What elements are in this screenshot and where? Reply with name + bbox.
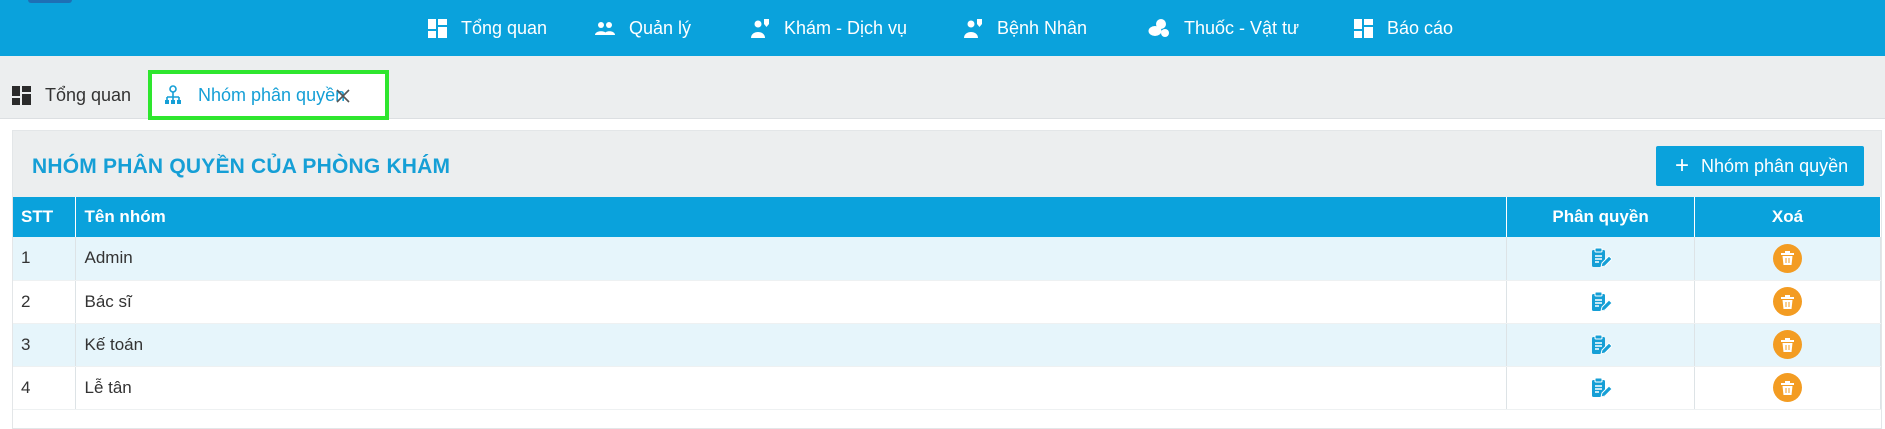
table-row: 2 Bác sĩ [13,280,1881,324]
nav-item-management[interactable]: Quản lý [595,0,691,56]
trash-icon [1781,294,1794,309]
people-icon [595,22,615,35]
header-delete: Xoá [1694,197,1881,237]
cell-stt: 1 [13,237,77,281]
cell-name: Lễ tân [75,366,1508,410]
tab-label: Nhóm phân quyền [198,84,346,105]
trash-icon [1781,380,1794,395]
logo [28,0,72,3]
nav-item-label: Quản lý [629,17,692,38]
delete-button[interactable] [1773,373,1802,402]
pills-icon [1148,19,1169,37]
cell-delete [1694,366,1881,410]
nav-item-overview[interactable]: Tổng quan [428,0,547,56]
cell-permission [1506,323,1696,367]
tab-overview[interactable]: Tổng quan [0,72,140,118]
table-row: 1 Admin [13,237,1881,281]
cell-permission [1506,280,1696,324]
cell-name: Kế toán [75,323,1508,367]
top-navbar: Tổng quan Quản lý Khám - Dịch vụ Bệnh Nh… [0,0,1885,56]
add-button-label: Nhóm phân quyền [1701,155,1849,176]
plus-icon: + [1675,152,1690,179]
dashboard-icon [1354,18,1373,38]
cell-permission [1506,366,1696,410]
cell-delete [1694,237,1881,281]
nav-item-reports[interactable]: Báo cáo [1354,0,1453,56]
nav-item-patients[interactable]: Bệnh Nhân [964,0,1087,56]
nav-item-label: Tổng quan [461,17,548,38]
edit-permission-icon[interactable] [1590,247,1612,269]
edit-permission-icon[interactable] [1590,377,1612,399]
add-permission-group-button[interactable]: + Nhóm phân quyền [1656,146,1864,186]
nav-item-medicine[interactable]: Thuốc - Vật tư [1148,0,1299,56]
nav-item-label: Thuốc - Vật tư [1184,17,1300,38]
header-permission: Phân quyền [1506,197,1696,237]
delete-button[interactable] [1773,330,1802,359]
cell-name: Bác sĩ [75,280,1508,324]
delete-button[interactable] [1773,243,1802,273]
dashboard-icon [12,85,31,105]
panel-header: NHÓM PHÂN QUYỀN CỦA PHÒNG KHÁM + Nhóm ph… [13,131,1881,197]
edit-permission-icon[interactable] [1590,291,1612,313]
cell-name: Admin [75,237,1508,281]
table-row: 3 Kế toán [13,323,1881,367]
trash-icon [1781,337,1794,352]
cell-permission [1506,237,1696,281]
cell-stt: 4 [13,366,77,410]
cell-stt: 3 [13,323,77,367]
close-icon[interactable] [333,86,353,106]
nav-item-label: Bệnh Nhân [997,17,1088,38]
cell-stt: 2 [13,280,77,324]
header-stt: STT [13,197,77,237]
patient-icon [964,19,982,38]
tab-label: Tổng quan [45,84,132,105]
table-header-row: STT Tên nhóm Phân quyền Xoá [13,197,1881,237]
permission-groups-table: STT Tên nhóm Phân quyền Xoá 1 Admin 2 Bá… [13,197,1881,410]
delete-button[interactable] [1773,287,1802,316]
header-name: Tên nhóm [75,197,1508,237]
tab-permission-groups[interactable]: Nhóm phân quyền [148,70,389,120]
cell-delete [1694,280,1881,324]
doctor-icon [751,19,769,38]
permission-groups-panel: NHÓM PHÂN QUYỀN CỦA PHÒNG KHÁM + Nhóm ph… [12,130,1882,429]
nav-item-label: Báo cáo [1387,17,1454,38]
org-chart-icon [165,85,181,104]
cell-delete [1694,323,1881,367]
page-title: NHÓM PHÂN QUYỀN CỦA PHÒNG KHÁM [32,155,451,178]
nav-item-services[interactable]: Khám - Dịch vụ [751,0,907,56]
trash-icon [1781,251,1794,266]
table-row: 4 Lễ tân [13,366,1881,410]
edit-permission-icon[interactable] [1590,334,1612,356]
nav-item-label: Khám - Dịch vụ [784,17,908,38]
tab-strip: Tổng quan Nhóm phân quyền [0,56,1885,120]
dashboard-icon [428,18,447,38]
